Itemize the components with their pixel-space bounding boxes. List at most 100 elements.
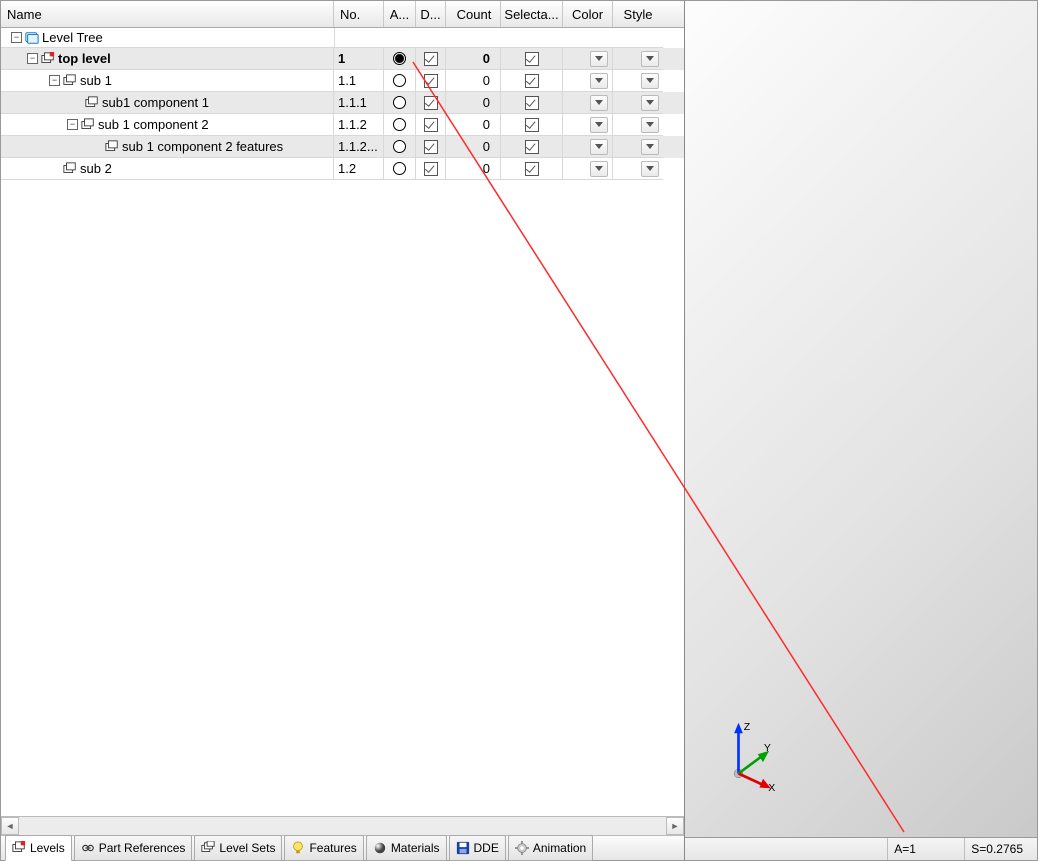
tab-label: Materials	[391, 841, 440, 855]
col-header-no-label: No.	[340, 7, 360, 22]
col-header-style[interactable]: Style	[613, 1, 663, 27]
row-count: 0	[483, 95, 490, 110]
tab-levels[interactable]: Levels	[5, 835, 72, 861]
col-header-name[interactable]: Name	[1, 1, 334, 27]
levels-stack-active-icon	[41, 52, 55, 66]
tab-label: Animation	[533, 841, 586, 855]
sphere-icon	[373, 841, 387, 855]
col-header-count-label: Count	[457, 7, 492, 22]
tab-level-sets[interactable]: Level Sets	[194, 835, 282, 861]
tree-toggle-icon[interactable]: −	[11, 32, 22, 43]
row-label: sub 1 component 2	[98, 117, 209, 132]
bottom-tab-bar: LevelsPart References Level Sets Features M…	[1, 835, 684, 860]
table-row[interactable]: sub1 component 1 1.1.1 0	[1, 92, 684, 114]
row-number: 1.1.1	[338, 95, 367, 110]
status-s-label: S=0.2765	[971, 842, 1023, 856]
draw-checkbox[interactable]	[424, 52, 438, 66]
color-dropdown[interactable]	[590, 95, 608, 111]
tree-toggle-icon[interactable]: −	[67, 119, 78, 130]
draw-checkbox[interactable]	[424, 162, 438, 176]
active-radio-empty-icon[interactable]	[393, 140, 406, 153]
scroll-track[interactable]	[19, 817, 666, 835]
partref-icon	[81, 841, 95, 855]
table-row[interactable]: −top level10	[1, 48, 684, 70]
selectable-checkbox[interactable]	[525, 140, 539, 154]
selectable-checkbox[interactable]	[525, 52, 539, 66]
color-dropdown[interactable]	[590, 117, 608, 133]
scroll-right-button[interactable]: ►	[666, 817, 684, 835]
viewport-3d[interactable]: Z Y X	[685, 1, 1037, 837]
col-header-color[interactable]: Color	[563, 1, 613, 27]
col-header-no[interactable]: No.	[334, 1, 384, 27]
selectable-checkbox[interactable]	[525, 118, 539, 132]
table-row[interactable]: −sub 11.10	[1, 70, 684, 92]
active-radio-empty-icon[interactable]	[393, 96, 406, 109]
row-number: 1.1	[338, 73, 356, 88]
tree-toggle-icon[interactable]: −	[27, 53, 38, 64]
col-header-draw[interactable]: D...	[416, 1, 446, 27]
horizontal-scrollbar[interactable]: ◄ ►	[1, 816, 684, 835]
style-dropdown[interactable]	[641, 139, 659, 155]
row-label: sub 1	[80, 73, 112, 88]
tab-materials[interactable]: Materials	[366, 835, 447, 861]
table-row[interactable]: sub 21.20	[1, 158, 684, 180]
tree-toggle-icon[interactable]: −	[49, 75, 60, 86]
tree-area: Name No. A... D... Count Selecta... Colo…	[1, 1, 684, 816]
scroll-left-button[interactable]: ◄	[1, 817, 19, 835]
active-radio-filled-icon[interactable]	[393, 52, 406, 65]
tab-label: DDE	[474, 841, 499, 855]
draw-checkbox[interactable]	[424, 118, 438, 132]
table-row[interactable]: sub 1 component 2 features1.1.2...0	[1, 136, 684, 158]
style-dropdown[interactable]	[641, 51, 659, 67]
levels-icon	[12, 841, 26, 855]
col-header-count[interactable]: Count	[446, 1, 501, 27]
tree-root-row[interactable]: − Level Tree	[1, 28, 684, 48]
selectable-checkbox[interactable]	[525, 162, 539, 176]
col-header-selectable[interactable]: Selecta...	[501, 1, 563, 27]
row-number: 1	[338, 51, 345, 66]
tab-features[interactable]: Features	[284, 835, 363, 861]
selectable-checkbox[interactable]	[525, 96, 539, 110]
color-dropdown[interactable]	[590, 73, 608, 89]
style-dropdown[interactable]	[641, 117, 659, 133]
table-row[interactable]: −sub 1 component 21.1.20	[1, 114, 684, 136]
row-label: top level	[58, 51, 111, 66]
row-number: 1.1.2	[338, 117, 367, 132]
levels-stack-icon	[105, 140, 119, 154]
levels-stack-icon	[85, 96, 99, 110]
tab-dde[interactable]: DDE	[449, 835, 506, 861]
axis-z-label: Z	[744, 721, 751, 733]
color-dropdown[interactable]	[590, 139, 608, 155]
draw-checkbox[interactable]	[424, 96, 438, 110]
active-radio-empty-icon[interactable]	[393, 74, 406, 87]
row-count: 0	[483, 139, 490, 154]
col-header-color-label: Color	[572, 7, 603, 22]
style-dropdown[interactable]	[641, 73, 659, 89]
row-label: sub1 component 1	[102, 95, 209, 110]
draw-checkbox[interactable]	[424, 74, 438, 88]
status-bar: A=1 S=0.2765	[685, 837, 1037, 860]
color-dropdown[interactable]	[590, 51, 608, 67]
selectable-checkbox[interactable]	[525, 74, 539, 88]
col-header-draw-label: D...	[420, 7, 440, 22]
row-count: 0	[483, 161, 490, 176]
status-a-label: A=1	[894, 842, 916, 856]
axis-x-label: X	[768, 782, 775, 791]
color-dropdown[interactable]	[590, 161, 608, 177]
style-dropdown[interactable]	[641, 95, 659, 111]
tree-root-label: Level Tree	[42, 30, 103, 45]
col-header-style-label: Style	[624, 7, 653, 22]
active-radio-empty-icon[interactable]	[393, 118, 406, 131]
draw-checkbox[interactable]	[424, 140, 438, 154]
tab-label: Level Sets	[219, 841, 275, 855]
style-dropdown[interactable]	[641, 161, 659, 177]
active-radio-empty-icon[interactable]	[393, 162, 406, 175]
axis-y-label: Y	[764, 742, 771, 754]
col-header-active[interactable]: A...	[384, 1, 416, 27]
save-icon	[456, 841, 470, 855]
row-label: sub 2	[80, 161, 112, 176]
row-label: sub 1 component 2 features	[122, 139, 283, 154]
col-header-active-label: A...	[390, 7, 410, 22]
tab-animation[interactable]: Animation	[508, 835, 593, 861]
tab-part-references[interactable]: Part References	[74, 835, 193, 861]
